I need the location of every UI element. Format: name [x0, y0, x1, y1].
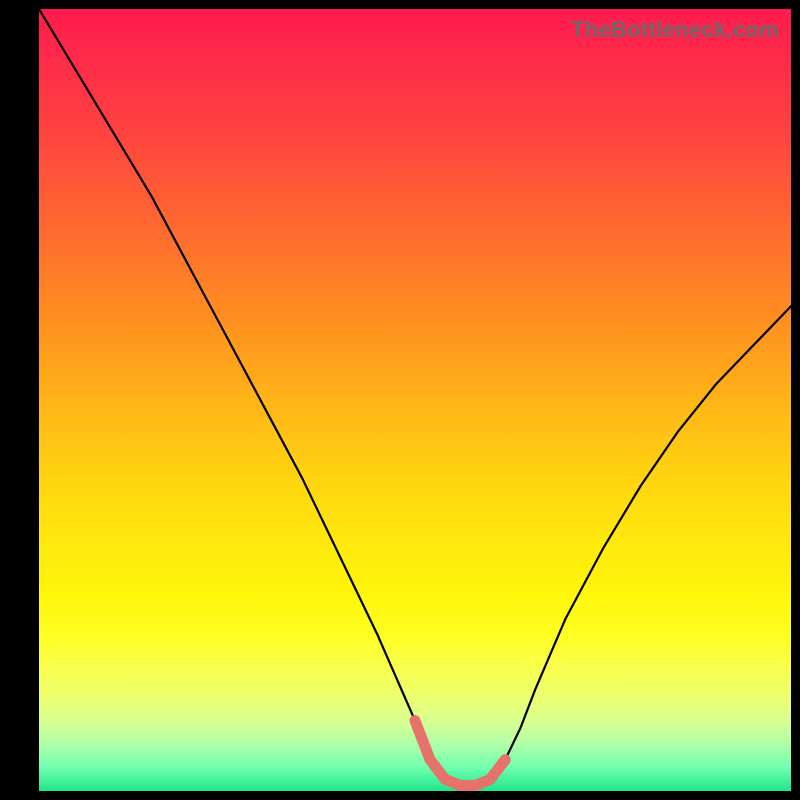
curve-layer [39, 9, 791, 791]
plot-area: TheBottleneck.com [39, 9, 791, 791]
chart-frame: TheBottleneck.com [0, 0, 800, 800]
watermark-text: TheBottleneck.com [571, 17, 779, 43]
min-highlight [415, 721, 505, 786]
bottleneck-curve [39, 9, 791, 786]
